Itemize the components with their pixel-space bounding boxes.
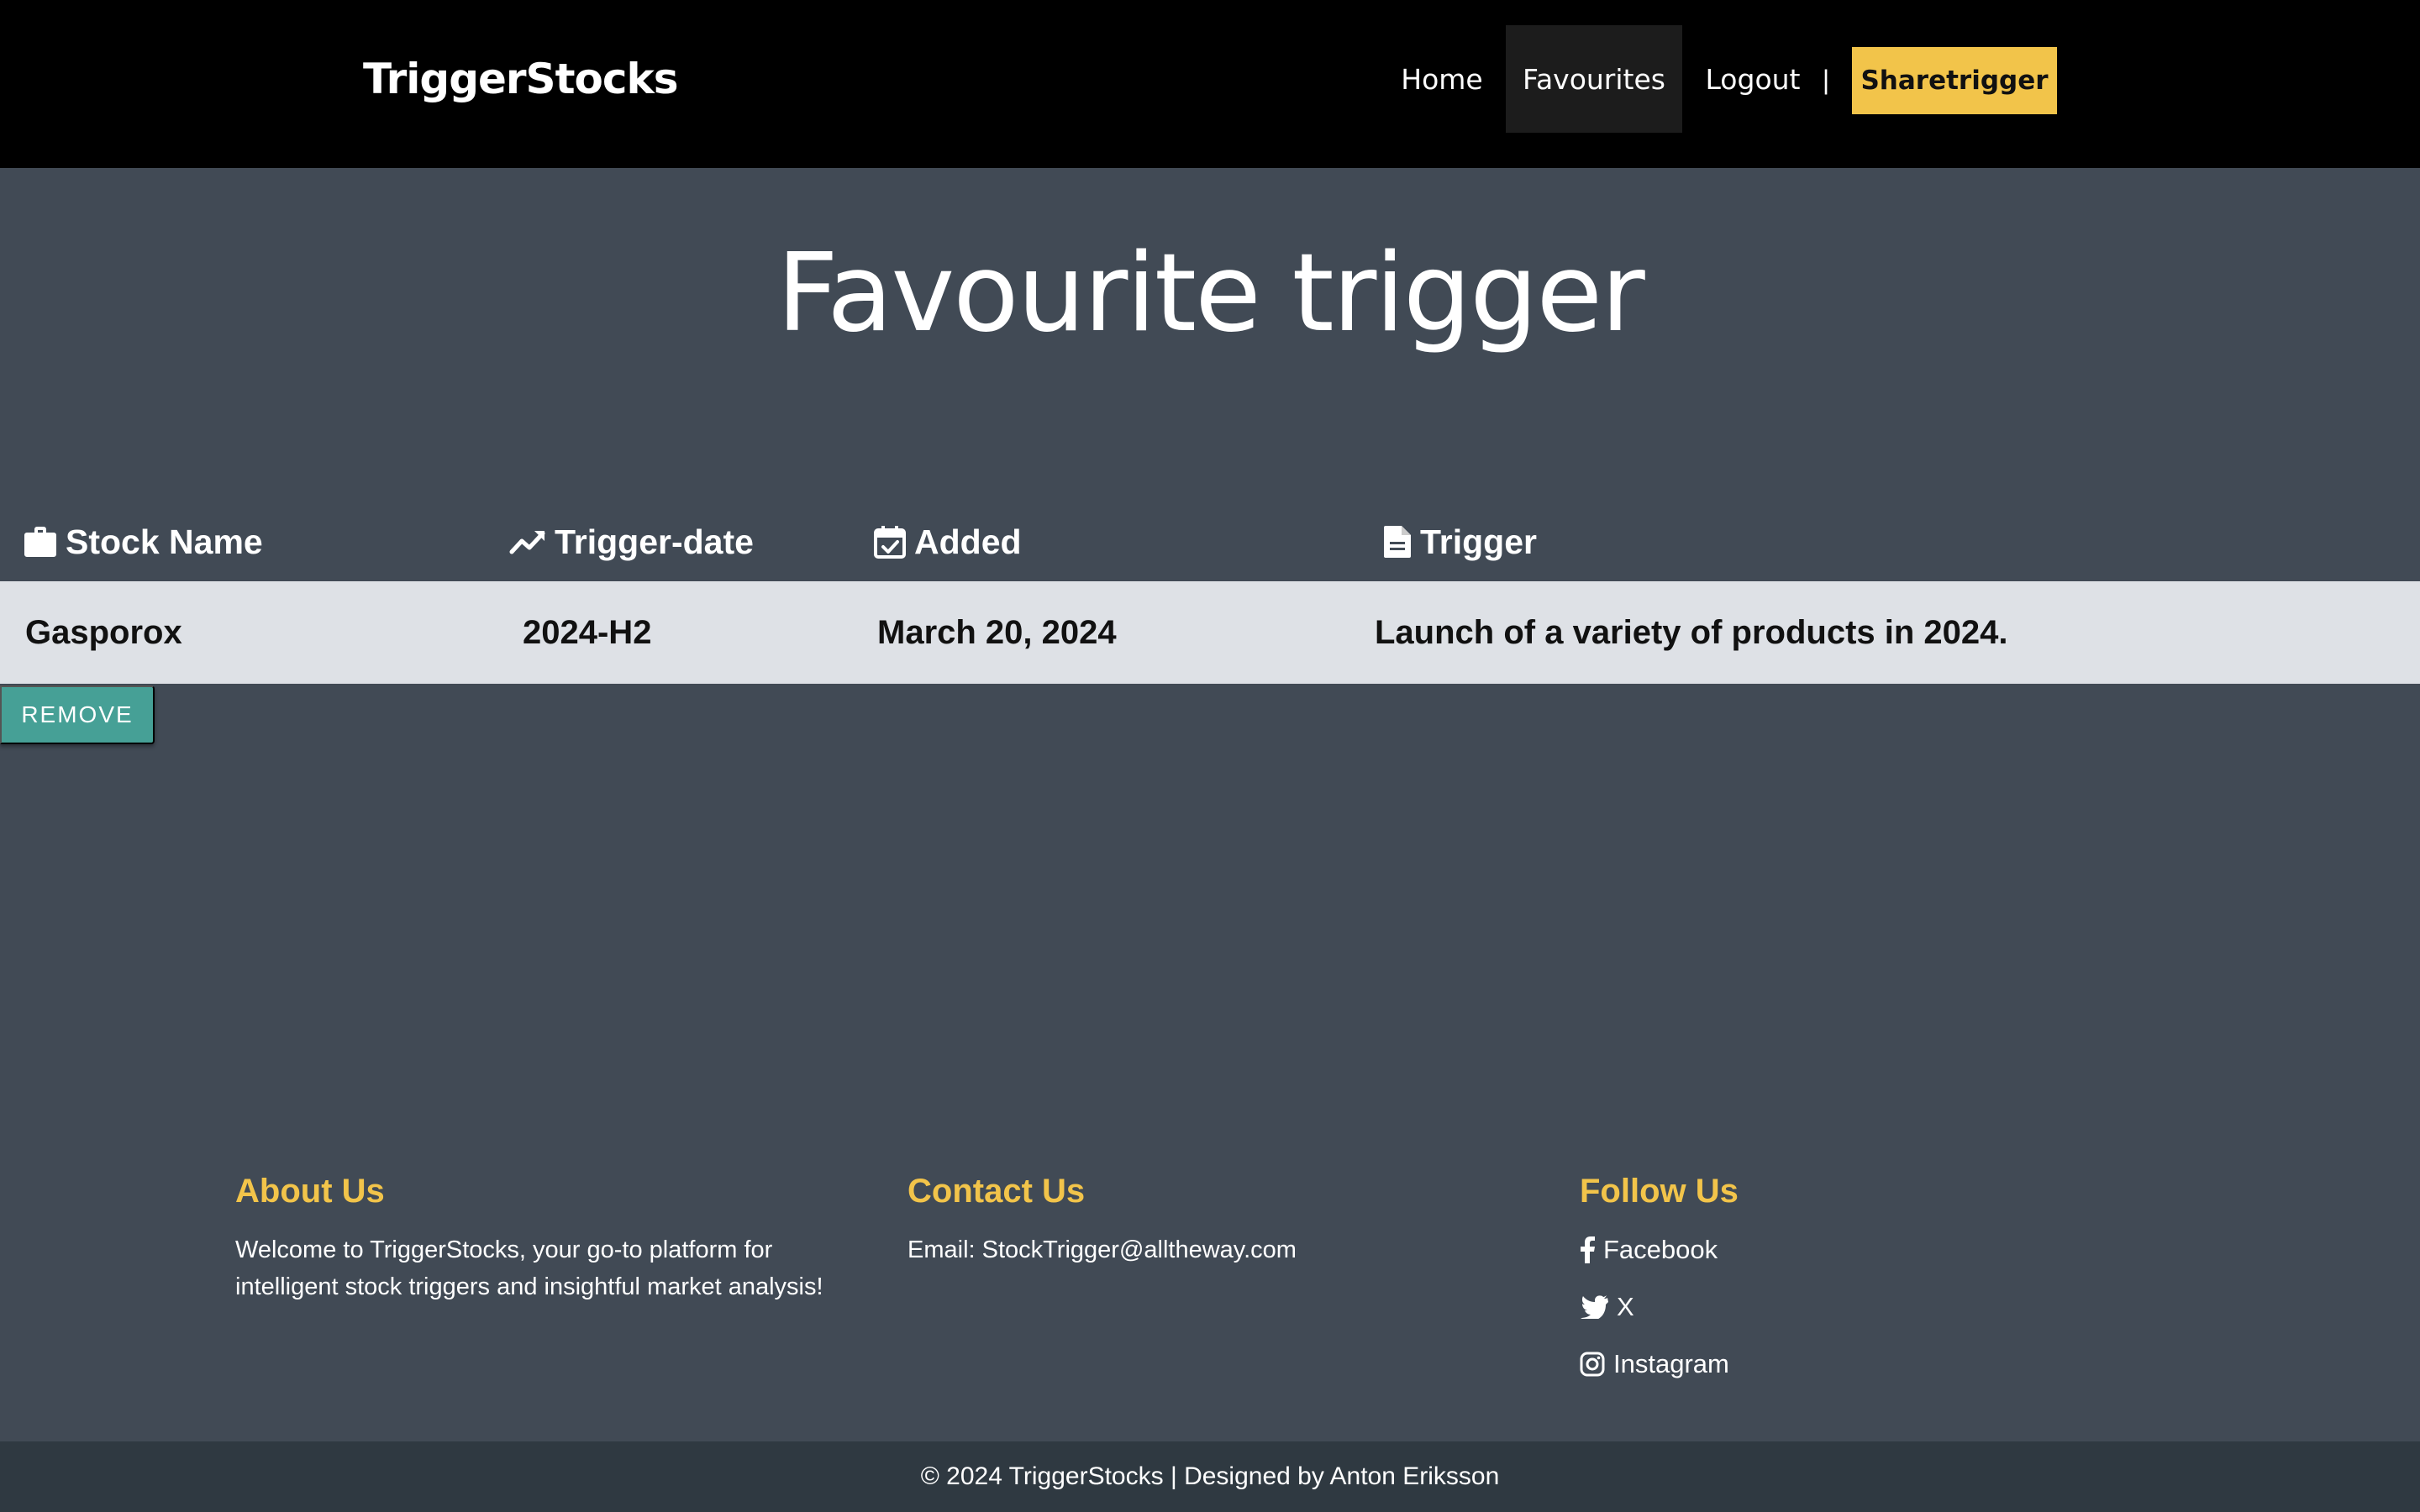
- page-title: Favourite trigger: [776, 231, 1645, 356]
- briefcase-icon: [24, 527, 56, 557]
- column-header-label: Trigger-date: [555, 522, 754, 561]
- column-header-label: Trigger: [1420, 522, 1537, 561]
- column-header-added: Added: [874, 504, 1022, 580]
- nav-favourites-link[interactable]: Favourites: [1506, 25, 1682, 133]
- about-heading: About Us: [235, 1173, 385, 1210]
- copyright-bar: © 2024 TriggerStocks | Designed by Anton…: [0, 1441, 2420, 1512]
- document-icon: [1384, 526, 1411, 558]
- cell-trigger-date: 2024-H2: [523, 613, 652, 651]
- calendar-check-icon: [874, 526, 906, 559]
- column-header-stock-name: Stock Name: [24, 504, 263, 580]
- follow-heading: Follow Us: [1580, 1173, 1739, 1210]
- navbar: TriggerStocks Home Favourites Logout | S…: [0, 0, 2420, 168]
- nav-logout-link[interactable]: Logout: [1694, 25, 1812, 133]
- about-text: Welcome to TriggerStocks, your go-to pla…: [235, 1236, 823, 1300]
- sharetrigger-button[interactable]: Sharetrigger: [1852, 47, 2057, 114]
- column-header-label: Stock Name: [66, 522, 263, 561]
- remove-button[interactable]: REMOVE: [0, 685, 155, 744]
- column-header-label: Added: [914, 522, 1022, 561]
- nav-home-link[interactable]: Home: [1386, 25, 1497, 133]
- brand-logo[interactable]: TriggerStocks: [363, 49, 678, 109]
- table-header: Stock Name Trigger-date Added Trigger: [0, 504, 2420, 580]
- social-label: Instagram: [1613, 1349, 1729, 1378]
- facebook-icon: [1581, 1236, 1595, 1263]
- column-header-trigger-date: Trigger-date: [509, 504, 754, 580]
- twitter-icon: [1581, 1295, 1608, 1319]
- table-row[interactable]: Gasporox 2024-H2 March 20, 2024 Launch o…: [0, 581, 2420, 684]
- social-label: X: [1617, 1292, 1634, 1321]
- column-header-trigger: Trigger: [1383, 504, 1537, 580]
- cell-trigger: Launch of a variety of products in 2024.: [1375, 613, 2008, 651]
- instagram-link[interactable]: Instagram: [1580, 1346, 2084, 1383]
- contact-heading: Contact Us: [908, 1173, 1086, 1210]
- trending-up-icon: [509, 531, 545, 554]
- facebook-link[interactable]: Facebook: [1580, 1231, 2084, 1268]
- footer-about: About Us Welcome to TriggerStocks, your …: [235, 1168, 840, 1305]
- contact-email[interactable]: Email: StockTrigger@alltheway.com: [908, 1231, 1546, 1268]
- social-label: Facebook: [1603, 1235, 1718, 1264]
- cell-added: March 20, 2024: [877, 613, 1117, 651]
- cell-stock-name: Gasporox: [25, 613, 182, 651]
- instagram-icon: [1580, 1352, 1605, 1377]
- footer-follow: Follow Us Facebook X Instagram: [1580, 1168, 2084, 1403]
- nav-separator: |: [1822, 64, 1830, 95]
- x-link[interactable]: X: [1580, 1289, 2084, 1326]
- page: TriggerStocks Home Favourites Logout | S…: [0, 0, 2420, 1512]
- footer-contact: Contact Us Email: StockTrigger@alltheway…: [908, 1168, 1546, 1268]
